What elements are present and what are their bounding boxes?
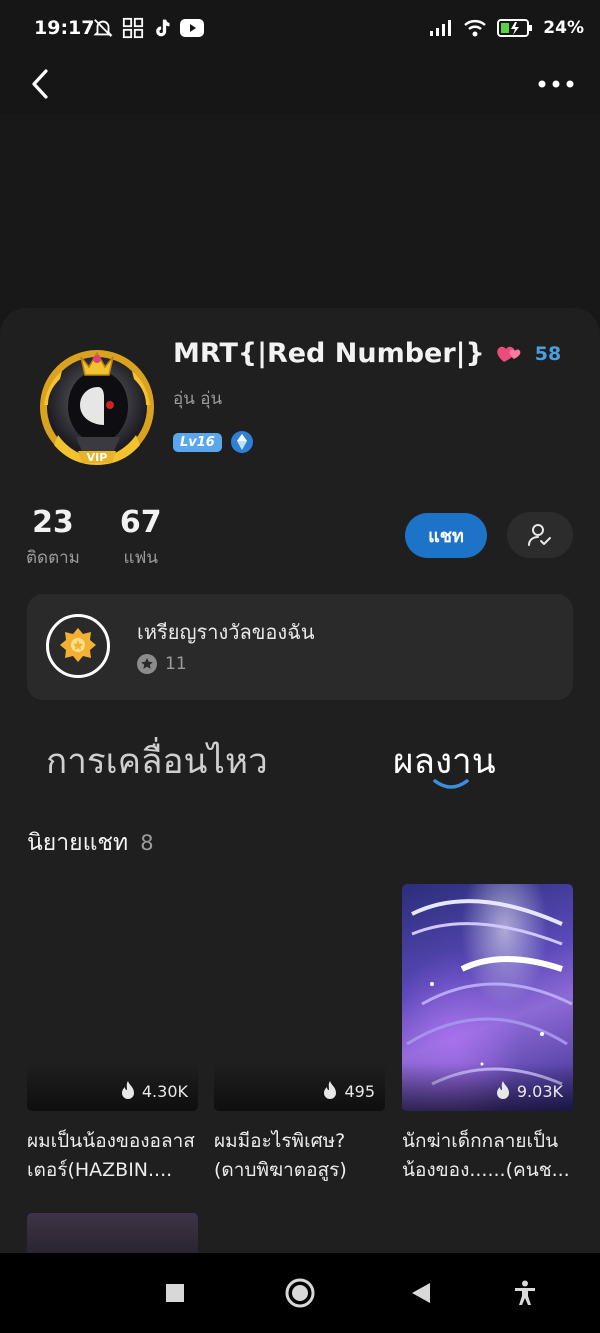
novel-card[interactable]: 495 ผมมีอะไรพิเศษ?(ดาบพิฆาตอสูร): [214, 884, 385, 1185]
profile-banner: [0, 114, 600, 314]
badges: Lv16: [173, 430, 254, 454]
status-time: 19:17: [34, 17, 95, 39]
section-header: นิยายแชท 8: [27, 825, 154, 861]
profile-name: MRT{|Red Number|}: [173, 338, 485, 369]
diamond-badge-icon: [230, 431, 253, 453]
following-stat[interactable]: 23 ติดตาม: [26, 505, 80, 571]
status-right: 24%: [429, 18, 584, 38]
view-stat: 9.03K: [495, 1081, 563, 1101]
heart-count: 58: [534, 342, 562, 365]
novel-cover-image: 9.03K: [402, 884, 573, 1111]
more-options-button[interactable]: [536, 70, 576, 98]
status-bar: 19:17 24%: [0, 0, 600, 58]
fire-icon: [121, 1081, 134, 1099]
section-title: นิยายแชท: [27, 830, 129, 856]
fans-count: 67: [119, 505, 162, 540]
top-bar: [0, 58, 600, 114]
view-stat: 495: [322, 1081, 375, 1101]
active-tab-indicator: [433, 779, 469, 789]
stats: 23 ติดตาม 67 แฟน: [26, 505, 162, 571]
view-count: 9.03K: [516, 1081, 563, 1101]
follow-button[interactable]: [507, 512, 573, 558]
back-button[interactable]: [22, 64, 58, 104]
novel-title: ผมมีอะไรพิเศษ?(ดาบพิฆาตอสูร): [214, 1130, 347, 1181]
recents-button[interactable]: [155, 1273, 195, 1313]
novel-card-partial[interactable]: [27, 1213, 198, 1253]
fire-icon: [324, 1081, 337, 1099]
fans-label: แฟน: [123, 548, 159, 568]
vip-avatar-frame-icon: VIP: [40, 350, 154, 465]
novel-cover: 4.30K: [27, 884, 198, 1111]
system-nav-bar: [0, 1253, 600, 1333]
accessibility-icon: [515, 1280, 535, 1305]
profile-tabs: การเคลื่อนไหว ผลงาน: [0, 730, 600, 800]
vip-label: VIP: [87, 451, 108, 464]
bell-muted-icon: [93, 19, 113, 37]
medals-count: 11: [165, 654, 187, 674]
novel-card[interactable]: 4.30K ผมเป็นน้องของอลาสเตอร์(HAZBIN....: [27, 884, 198, 1185]
star-circle-icon: [137, 654, 157, 674]
following-label: ติดตาม: [26, 548, 80, 568]
medals-title: เหรียญรางวัลของฉัน: [137, 620, 315, 644]
user-check-icon: [528, 524, 551, 546]
medal-emblem-icon: [60, 628, 96, 662]
view-stat: 4.30K: [120, 1081, 188, 1101]
novel-card[interactable]: 9.03K นักฆ่าเด็กกลายเป็นน้องของ......(คน…: [402, 884, 573, 1185]
accessibility-button[interactable]: [505, 1273, 545, 1313]
novel-title: นักฆ่าเด็กกลายเป็นน้องของ......(คนช...: [402, 1130, 570, 1181]
medal-icon: [46, 614, 110, 678]
chat-button[interactable]: แชท: [405, 513, 487, 558]
hearts-icon: [497, 346, 521, 362]
chevron-left-icon: [32, 69, 48, 99]
youtube-icon: [180, 19, 204, 37]
triangle-back-icon: [412, 1283, 430, 1303]
wifi-icon: [464, 20, 487, 37]
level-badge: Lv16: [173, 432, 222, 452]
status-icons-left: [92, 17, 204, 39]
novel-cover: 495: [214, 884, 385, 1111]
avatar[interactable]: VIP: [28, 335, 168, 475]
profile-subname: อุ่น อุ่น: [173, 389, 223, 409]
view-count: 495: [344, 1081, 375, 1101]
home-button[interactable]: [280, 1273, 320, 1313]
tab-activity[interactable]: การเคลื่อนไหว: [46, 734, 268, 789]
section-count: 8: [140, 831, 154, 855]
battery-icon: [497, 19, 533, 37]
grid-app-icon: [122, 17, 144, 39]
more-dots-icon: [538, 80, 574, 88]
following-count: 23: [32, 505, 74, 540]
view-count: 4.30K: [141, 1081, 188, 1101]
tiktok-icon: [156, 19, 170, 37]
back-nav-button[interactable]: [401, 1273, 441, 1313]
signal-icon: [430, 20, 452, 36]
medals-card[interactable]: เหรียญรางวัลของฉัน 11: [27, 594, 573, 700]
fans-stat[interactable]: 67 แฟน: [120, 505, 162, 571]
name-row: MRT{|Red Number|} 58: [173, 338, 561, 369]
fire-icon: [496, 1081, 509, 1099]
novel-title: ผมเป็นน้องของอลาสเตอร์(HAZBIN....: [27, 1130, 195, 1181]
square-icon: [166, 1284, 184, 1302]
home-circle-icon: [285, 1278, 315, 1308]
medals-count-row: 11: [137, 654, 187, 674]
battery-percent: 24%: [543, 18, 584, 38]
